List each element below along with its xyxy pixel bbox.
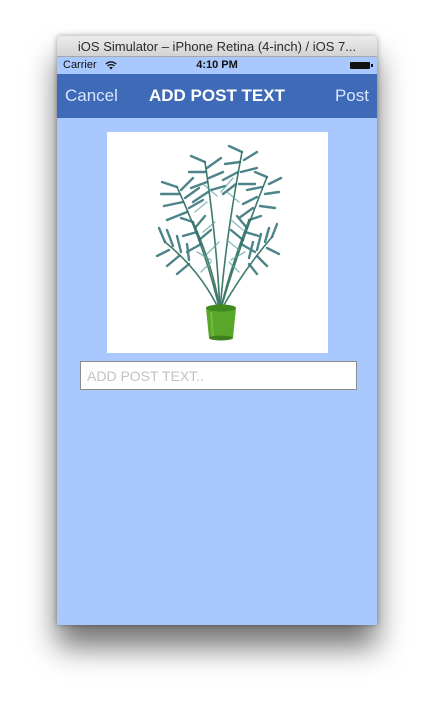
status-bar: Carrier 4:10 PM	[57, 57, 377, 74]
simulator-window: iOS Simulator – iPhone Retina (4-inch) /…	[57, 36, 377, 625]
plant-image	[155, 144, 283, 341]
status-time: 4:10 PM	[196, 59, 238, 71]
page-title: ADD POST TEXT	[148, 86, 285, 105]
battery-icon	[350, 62, 373, 69]
post-button[interactable]: Post	[335, 74, 369, 118]
post-text-field[interactable]	[80, 361, 357, 390]
window-title: iOS Simulator – iPhone Retina (4-inch) /…	[57, 36, 377, 57]
navigation-bar: Cancel ADD POST TEXT Post	[57, 74, 377, 118]
post-image	[107, 132, 328, 353]
